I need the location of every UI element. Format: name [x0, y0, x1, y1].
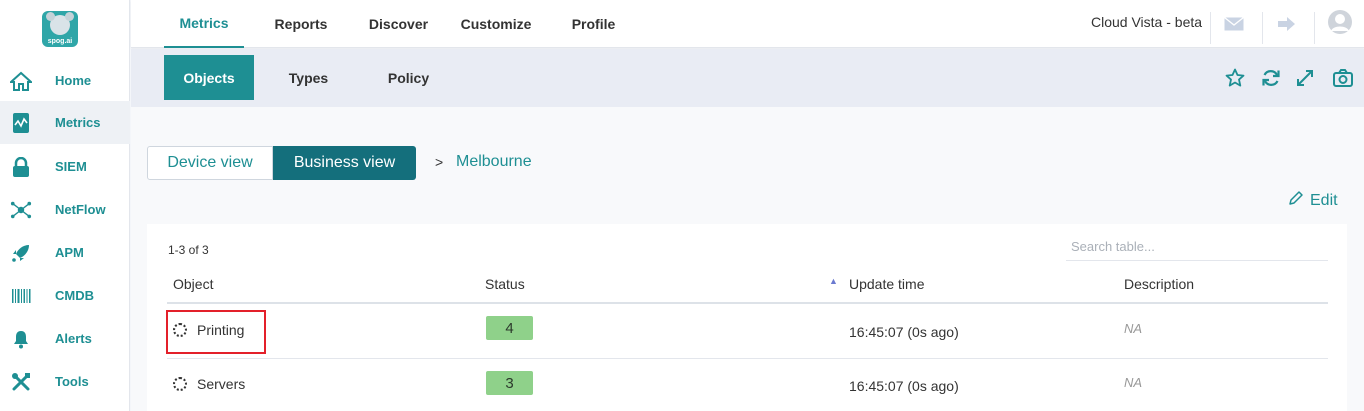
sub-navbar: Objects Types Policy [131, 49, 1364, 107]
refresh-icon[interactable] [1260, 67, 1282, 89]
org-name[interactable]: Cloud Vista - beta [1091, 14, 1202, 30]
tab-customize[interactable]: Customize [451, 0, 541, 48]
barcode-icon [10, 285, 32, 307]
edit-label: Edit [1310, 191, 1338, 209]
sidebar-item-netflow[interactable]: NetFlow [0, 188, 130, 231]
tab-metrics[interactable]: Metrics [164, 0, 244, 48]
pencil-icon [1288, 190, 1304, 211]
column-header-status[interactable]: Status [485, 276, 525, 292]
home-icon [10, 70, 32, 92]
sidebar-item-siem[interactable]: SIEM [0, 145, 130, 188]
sidebar-item-cmdb[interactable]: CMDB [0, 274, 130, 317]
tab-profile[interactable]: Profile [556, 0, 631, 48]
sidebar: spog.ai Home Metrics SIEM NetFlow APM CM… [0, 0, 130, 411]
camera-icon[interactable] [1332, 67, 1354, 89]
update-time: 16:45:07 (0s ago) [849, 378, 959, 394]
sidebar-item-label: APM [55, 245, 84, 260]
expand-icon[interactable] [1294, 67, 1316, 89]
koala-icon [46, 12, 74, 35]
device-view-button[interactable]: Device view [147, 146, 273, 180]
sidebar-item-alerts[interactable]: Alerts [0, 317, 130, 360]
status-badge: 3 [486, 371, 533, 395]
column-header-description[interactable]: Description [1124, 276, 1194, 292]
table-row-object-servers[interactable]: Servers [173, 376, 245, 392]
divider [1210, 12, 1211, 44]
highlight-box [166, 310, 266, 354]
update-time: 16:45:07 (0s ago) [849, 324, 959, 340]
status-badge: 4 [486, 316, 533, 340]
tab-reports[interactable]: Reports [261, 0, 341, 48]
divider [1314, 12, 1315, 44]
bell-icon [10, 328, 32, 350]
top-navbar: Metrics Reports Discover Customize Profi… [131, 0, 1364, 48]
row-count: 1-3 of 3 [168, 243, 209, 257]
column-header-update-time[interactable]: Update time [849, 276, 924, 292]
sort-asc-icon[interactable]: ▲ [829, 276, 838, 286]
tab-types[interactable]: Types [266, 55, 351, 100]
description: NA [1124, 375, 1143, 390]
search-input[interactable] [1066, 233, 1328, 261]
sidebar-item-label: SIEM [55, 159, 87, 174]
column-header-object[interactable]: Object [173, 276, 213, 292]
netflow-icon [10, 199, 32, 221]
description: NA [1124, 321, 1143, 336]
logo-text: spog.ai [47, 38, 73, 45]
lock-icon [10, 156, 32, 178]
logout-icon[interactable] [1273, 12, 1301, 36]
loading-circle-icon [173, 377, 187, 391]
avatar-icon[interactable] [1326, 10, 1354, 34]
sidebar-item-label: Alerts [55, 331, 92, 346]
sidebar-item-label: Metrics [55, 115, 101, 130]
breadcrumb-separator: > [435, 154, 444, 170]
edit-button[interactable]: Edit [1288, 190, 1338, 211]
business-view-button[interactable]: Business view [273, 146, 416, 180]
sidebar-item-metrics[interactable]: Metrics [0, 101, 130, 144]
metrics-icon [10, 112, 32, 134]
spog-logo[interactable]: spog.ai [42, 11, 78, 47]
object-name: Servers [197, 376, 246, 392]
row-divider [167, 358, 1328, 359]
divider [1262, 12, 1263, 44]
sidebar-item-label: Home [55, 73, 92, 88]
breadcrumb-melbourne[interactable]: Melbourne [456, 153, 532, 171]
sidebar-item-label: NetFlow [55, 202, 106, 217]
rocket-icon [10, 242, 32, 264]
sidebar-item-tools[interactable]: Tools [0, 360, 130, 403]
sidebar-item-apm[interactable]: APM [0, 231, 130, 274]
header-divider [167, 302, 1328, 304]
star-icon[interactable] [1224, 67, 1246, 89]
tab-discover[interactable]: Discover [356, 0, 441, 48]
tools-icon [10, 371, 32, 393]
sidebar-item-label: Tools [55, 374, 89, 389]
tab-objects[interactable]: Objects [164, 55, 254, 100]
mail-icon[interactable] [1220, 12, 1248, 36]
tab-policy[interactable]: Policy [366, 55, 451, 100]
sidebar-item-label: CMDB [55, 288, 94, 303]
sidebar-item-home[interactable]: Home [0, 59, 130, 102]
